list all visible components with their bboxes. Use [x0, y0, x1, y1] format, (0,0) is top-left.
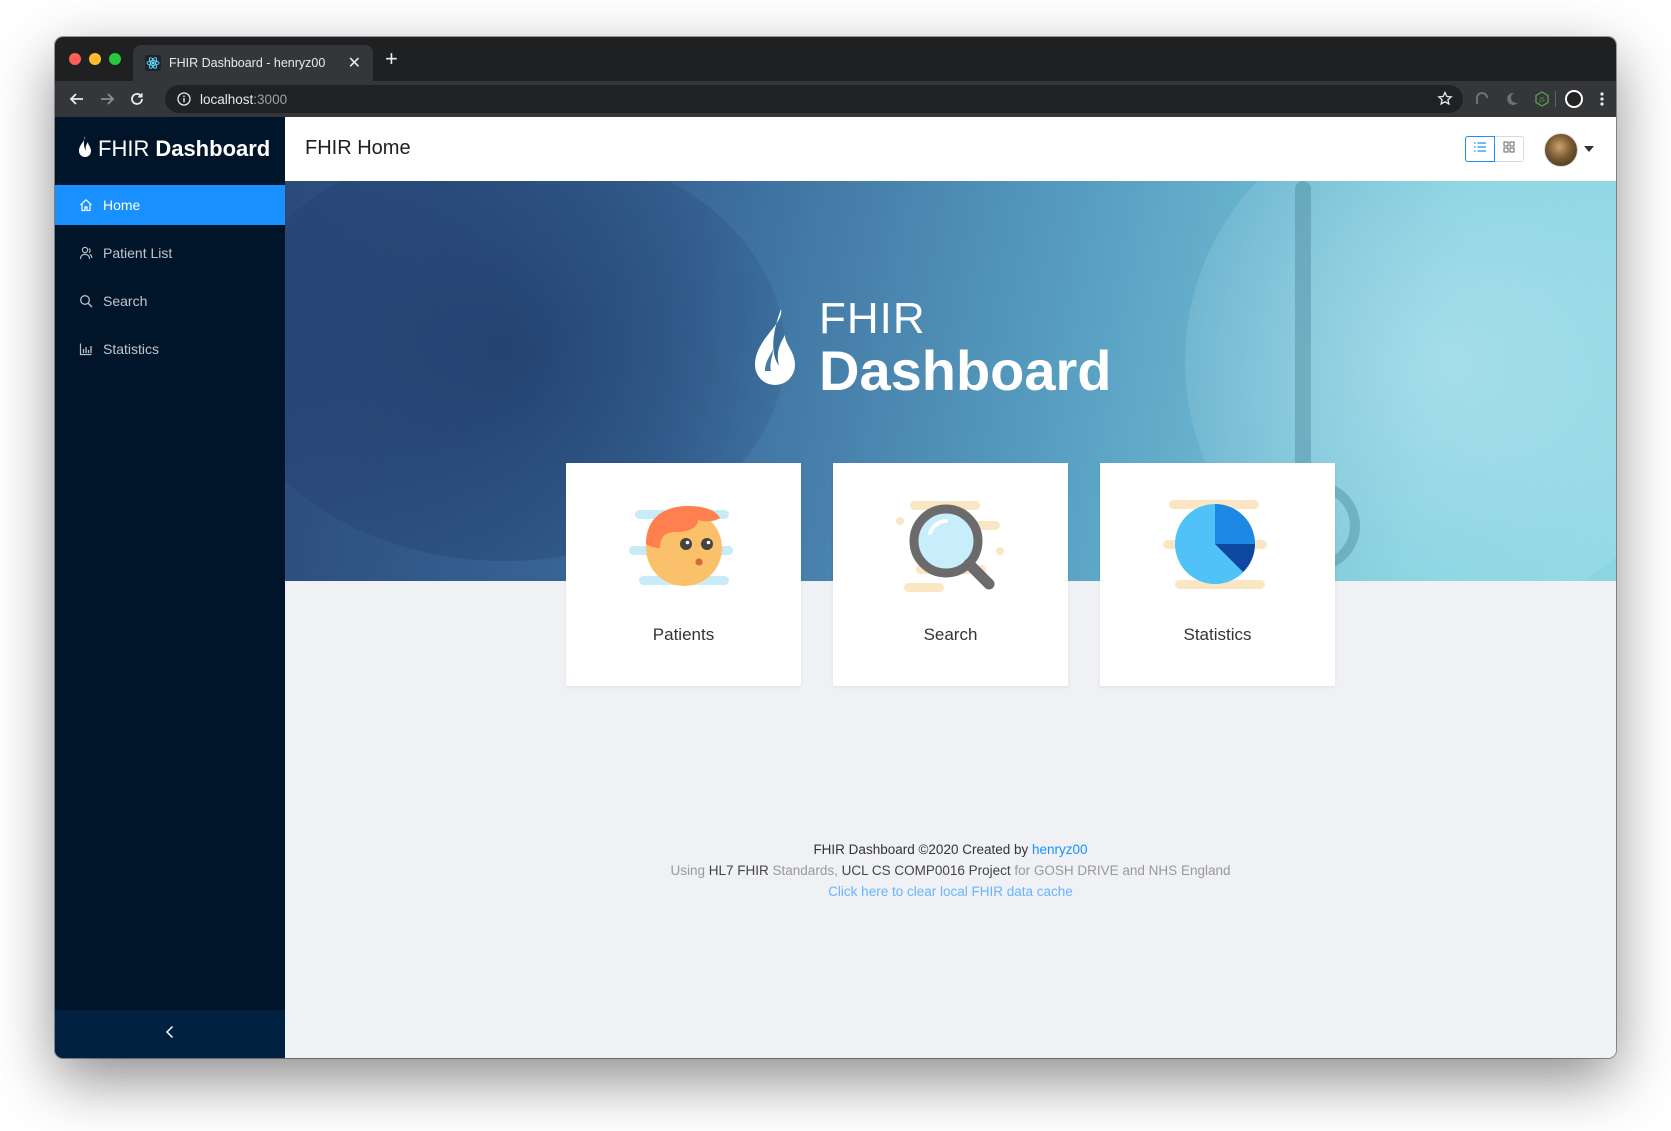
sidebar-menu: Home Patient List Search Statistics — [55, 185, 285, 369]
stethoscope-tube — [1295, 181, 1311, 491]
site-info-icon[interactable] — [177, 92, 191, 106]
back-arrow-icon[interactable] — [67, 89, 87, 109]
hero-logo-dashboard: Dashboard — [819, 339, 1112, 402]
sidebar-item-patient-list[interactable]: Patient List — [55, 233, 285, 273]
sidebar-item-home[interactable]: Home — [55, 185, 285, 225]
sidebar: FHIR Dashboard Home Patient List Search … — [55, 117, 285, 1058]
hero-logo: FHIR Dashboard — [745, 297, 1112, 399]
sidebar-item-search[interactable]: Search — [55, 281, 285, 321]
logo-fhir-text: FHIR — [98, 136, 150, 161]
tab-close-icon[interactable]: ✕ — [348, 53, 361, 73]
magnifier-icon — [895, 491, 1006, 601]
new-tab-button[interactable]: + — [385, 48, 398, 70]
bookmark-star-icon[interactable] — [1437, 90, 1453, 107]
minimize-window-button[interactable] — [89, 53, 101, 65]
sidebar-collapse-button[interactable] — [55, 1010, 285, 1058]
tab-title: FHIR Dashboard - henryz00 — [169, 56, 326, 70]
browser-menu-icon[interactable] — [1593, 90, 1611, 108]
browser-tab[interactable]: FHIR Dashboard - henryz00 ✕ — [133, 45, 373, 81]
patients-card[interactable]: Patients — [566, 463, 801, 686]
card-label: Search — [923, 625, 978, 644]
list-icon — [1473, 140, 1487, 158]
url-text: localhost:3000 — [200, 92, 287, 107]
profile-avatar-icon[interactable] — [1565, 90, 1583, 108]
footer-credit-text: FHIR Dashboard ©2020 Created by — [813, 842, 1032, 857]
extension-icon[interactable] — [1473, 90, 1491, 108]
footer: FHIR Dashboard ©2020 Created by henryz00… — [285, 842, 1616, 899]
feature-cards: Patients Search Statistics — [566, 463, 1335, 686]
search-icon — [79, 294, 93, 308]
card-label: Patients — [652, 625, 715, 644]
footer-credit: FHIR Dashboard ©2020 Created by henryz00 — [285, 842, 1616, 857]
browser-toolbar: localhost:3000 JS — [55, 81, 1616, 117]
nodejs-extension-icon[interactable]: JS — [1533, 90, 1551, 108]
sidebar-item-label: Statistics — [103, 341, 160, 357]
page-title: FHIR Home — [305, 137, 411, 159]
flame-logo-icon — [745, 309, 805, 399]
browser-tab-bar: FHIR Dashboard - henryz00 ✕ + — [55, 37, 1616, 81]
browser-window: FHIR Dashboard - henryz00 ✕ + localhost:… — [55, 37, 1616, 1058]
caret-down-icon[interactable] — [1584, 146, 1594, 152]
url-port: :3000 — [253, 91, 288, 107]
app-root: FHIR Dashboard Home Patient List Search … — [55, 117, 1616, 1058]
users-icon — [79, 246, 93, 260]
card-label: Statistics — [1183, 625, 1252, 644]
url-host: localhost — [200, 91, 254, 107]
footer-text: Standards, — [768, 863, 842, 878]
list-view-button[interactable] — [1465, 136, 1495, 162]
bar-chart-icon — [79, 342, 93, 356]
footer-text: for GOSH DRIVE and NHS England — [1010, 863, 1231, 878]
flame-logo-icon — [75, 136, 95, 162]
svg-text:JS: JS — [1538, 97, 1545, 104]
footer-standard: HL7 FHIR — [708, 863, 769, 878]
author-link[interactable]: henryz00 — [1032, 842, 1088, 857]
patient-face-icon — [628, 491, 739, 601]
pie-chart-icon — [1162, 491, 1273, 601]
grid-icon — [1503, 140, 1515, 158]
statistics-card[interactable]: Statistics — [1100, 463, 1335, 686]
main-content: FHIR Home FHIR Dashboard Patients Search… — [285, 117, 1616, 1058]
sidebar-item-label: Search — [103, 293, 148, 309]
sidebar-item-statistics[interactable]: Statistics — [55, 329, 285, 369]
react-favicon-icon — [145, 55, 161, 71]
close-window-button[interactable] — [69, 53, 81, 65]
address-bar[interactable]: localhost:3000 — [165, 85, 1463, 113]
logo-dashboard-text: Dashboard — [155, 136, 271, 161]
view-toggle — [1465, 136, 1524, 162]
sidebar-item-label: Patient List — [103, 245, 173, 261]
footer-text: Using — [670, 863, 709, 878]
forward-arrow-icon[interactable] — [97, 89, 117, 109]
page-header: FHIR Home — [285, 117, 1616, 182]
user-avatar[interactable] — [1544, 133, 1578, 167]
toolbar-divider — [1555, 91, 1556, 107]
dark-mode-moon-icon[interactable] — [1503, 90, 1521, 108]
search-card[interactable]: Search — [833, 463, 1068, 686]
clear-cache-link[interactable]: Click here to clear local FHIR data cach… — [285, 884, 1616, 899]
sidebar-logo[interactable]: FHIR Dashboard — [55, 117, 285, 181]
reload-icon[interactable] — [127, 89, 147, 109]
footer-project: UCL CS COMP0016 Project — [841, 863, 1011, 878]
home-icon — [79, 198, 93, 212]
hero-logo-fhir: FHIR — [819, 294, 926, 343]
maximize-window-button[interactable] — [109, 53, 121, 65]
chevron-left-icon — [165, 1025, 175, 1044]
sidebar-item-label: Home — [103, 197, 141, 213]
hero-logo-text: FHIR Dashboard — [819, 297, 1112, 399]
footer-project-info: Using HL7 FHIR Standards, UCL CS COMP001… — [285, 863, 1616, 878]
grid-view-button[interactable] — [1495, 136, 1524, 162]
